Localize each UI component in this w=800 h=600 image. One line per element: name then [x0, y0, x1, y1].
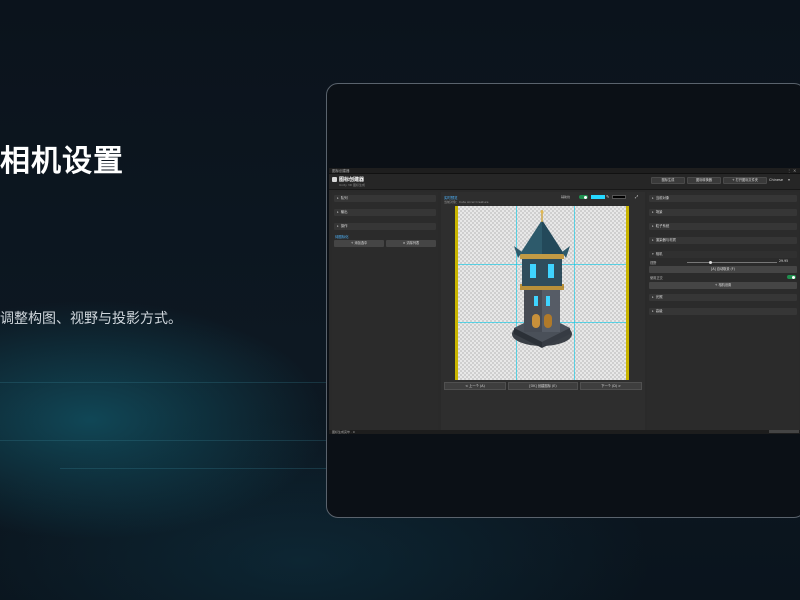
- auto-frame-button[interactable]: [A] 自动取景 (F): [649, 266, 797, 273]
- section-label: 渲染器与材质: [655, 238, 677, 242]
- slide-subtitle: 调整构图、视野与投影方式。: [0, 311, 182, 327]
- status-bar: 图标生成完毕 · 0: [329, 430, 800, 434]
- background-color-swatch[interactable]: [591, 195, 605, 199]
- section-output[interactable]: ▸ 输出: [334, 209, 436, 216]
- left-panel: ▸ 队列 ▸ 输出 ▸ 操作 待图标化 + 添加选中 × 清除列表: [332, 192, 438, 430]
- section-label: 相机: [655, 252, 663, 256]
- slide-heading: 相机设置: [0, 144, 124, 179]
- open-folder-button[interactable]: + 打开图标文件夹: [723, 177, 767, 184]
- expand-icon[interactable]: ⤢: [635, 194, 638, 199]
- status-progress: [769, 430, 799, 433]
- app-header: 图标创建器 Unity 3D 图标生成 图标生成 图标转换器 + 打开图标文件夹…: [329, 174, 800, 190]
- app-window: 图标创建器 ⋮ × 图标创建器 Unity 3D 图标生成 图标生成 图标转换器…: [329, 168, 800, 434]
- queue-label: 待图标化: [335, 235, 349, 239]
- section-renderer-material[interactable]: ▸ 渲染器与材质: [649, 237, 797, 244]
- section-advanced[interactable]: ▸ 高级: [649, 308, 797, 315]
- language-select[interactable]: Chinese ▾: [769, 177, 799, 184]
- add-selected-button[interactable]: + 添加选中: [334, 240, 384, 247]
- chevron-right-icon: ▸: [652, 224, 654, 228]
- eyedropper-icon[interactable]: ✎: [606, 194, 609, 199]
- next-button[interactable]: 下一个 (D) >: [580, 382, 642, 390]
- section-label: 操作: [340, 224, 348, 228]
- chevron-down-icon: ▾: [652, 252, 654, 256]
- orthographic-toggle[interactable]: [787, 275, 796, 279]
- camera-settings-button[interactable]: + 相机设置: [649, 282, 797, 289]
- guides-toggle[interactable]: [579, 195, 588, 199]
- chevron-right-icon: ▸: [652, 238, 654, 242]
- guides-label: 辅助线: [561, 195, 571, 199]
- section-label: 粒子系统: [655, 224, 670, 228]
- section-label: 输出: [340, 210, 348, 214]
- chevron-right-icon: ▸: [337, 210, 339, 214]
- chevron-right-icon: ▸: [652, 196, 654, 200]
- app-subtitle: Unity 3D 图标生成: [339, 183, 366, 187]
- fov-slider[interactable]: [687, 262, 777, 263]
- preview-viewport[interactable]: [455, 206, 629, 380]
- chevron-right-icon: ▸: [652, 309, 654, 313]
- chevron-down-icon: ▾: [788, 178, 790, 182]
- fov-label: 视野: [650, 261, 657, 265]
- fov-slider-handle[interactable]: [709, 261, 712, 264]
- background-line: [0, 382, 330, 383]
- previous-button[interactable]: < 上一个 (A): [444, 382, 506, 390]
- section-camera[interactable]: ▾ 相机: [649, 251, 797, 258]
- close-icon[interactable]: ×: [793, 168, 796, 173]
- section-label: 当前对象: [655, 196, 670, 200]
- section-actions[interactable]: ▸ 操作: [334, 223, 436, 230]
- shadow-color-swatch[interactable]: [612, 195, 626, 199]
- section-label: 高级: [655, 309, 663, 313]
- center-panel: 实时预览 当前对象：Cute Arcel Creature 辅助线 ✎ ⤢ < …: [441, 192, 645, 430]
- device-frame: 图标创建器 ⋮ × 图标创建器 Unity 3D 图标生成 图标生成 图标转换器…: [326, 83, 800, 518]
- app-logo-icon: [332, 177, 337, 182]
- icon-generate-button[interactable]: 图标生成: [651, 177, 685, 184]
- section-queue[interactable]: ▸ 队列: [334, 195, 436, 202]
- section-current-object[interactable]: ▸ 当前对象: [649, 195, 797, 202]
- create-icon-button[interactable]: [OK] 创建图标 (E): [508, 382, 578, 390]
- language-value: Chinese: [769, 178, 783, 182]
- icon-converter-button[interactable]: 图标转换器: [687, 177, 721, 184]
- section-lighting[interactable]: ▸ 光照: [649, 294, 797, 301]
- section-scene[interactable]: ▸ 场景: [649, 209, 797, 216]
- section-label: 队列: [340, 196, 348, 200]
- section-particle-system[interactable]: ▸ 粒子系统: [649, 223, 797, 230]
- chevron-right-icon: ▸: [337, 224, 339, 228]
- chevron-right-icon: ▸: [652, 295, 654, 299]
- app-title: 图标创建器: [339, 177, 365, 183]
- status-text: 图标生成完毕 · 0: [332, 430, 355, 434]
- fov-value[interactable]: 29.95: [779, 259, 788, 263]
- tower-model-image: [512, 210, 572, 348]
- section-label: 光照: [655, 295, 663, 299]
- orthographic-label: 使用正交: [650, 276, 663, 280]
- clear-list-button[interactable]: × 清除列表: [386, 240, 436, 247]
- current-object-line: 当前对象：Cute Arcel Creature: [444, 200, 489, 204]
- section-label: 场景: [655, 210, 663, 214]
- right-panel: ▸ 当前对象 ▸ 场景 ▸ 粒子系统 ▸ 渲染器与材质 ▾ 相机 视野 29.95 [A]…: [647, 192, 799, 430]
- menu-icon[interactable]: ⋮: [787, 168, 791, 173]
- chevron-right-icon: ▸: [652, 210, 654, 214]
- chevron-right-icon: ▸: [337, 196, 339, 200]
